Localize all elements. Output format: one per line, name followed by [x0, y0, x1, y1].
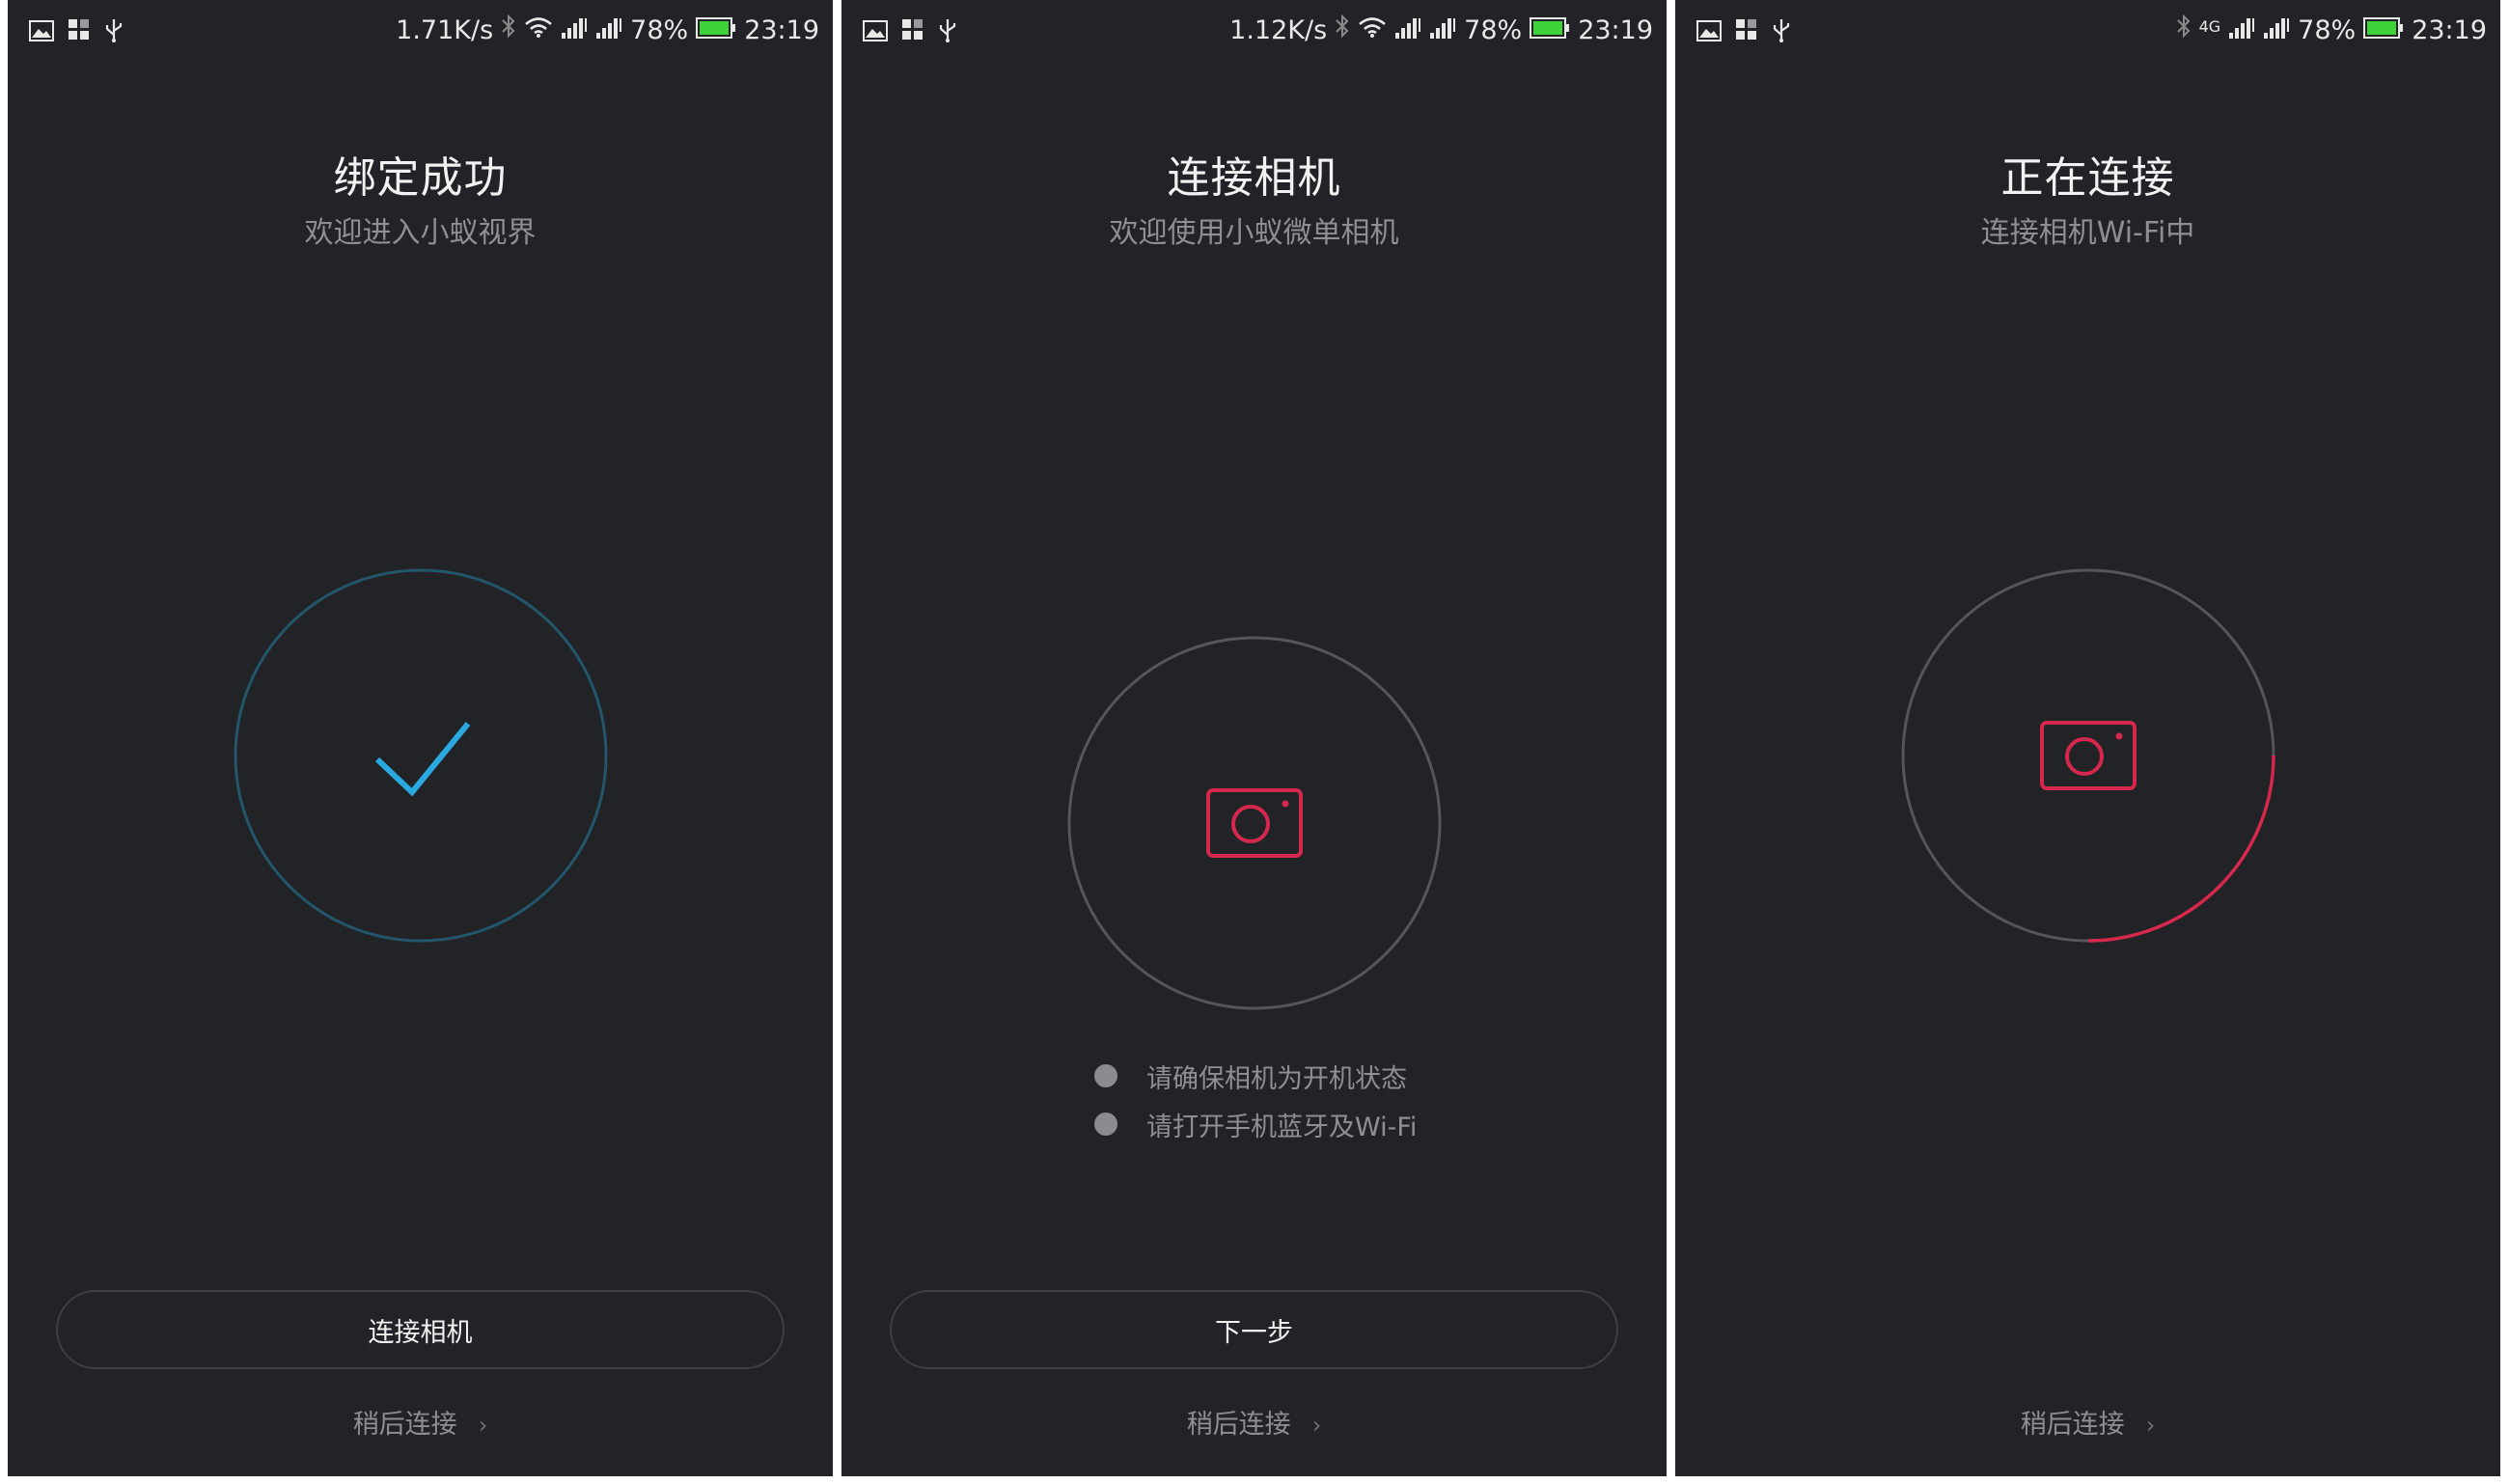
connect-later-label: 稍后连接	[2020, 1410, 2125, 1440]
chevron-right-icon: ›	[2145, 1412, 2156, 1439]
page-subtitle: 欢迎进入小蚁视界	[304, 216, 537, 250]
screen-connecting: 4G 78% 23:19 正在连接 连接相机Wi-Fi中 稍后连接 ›	[1675, 0, 2500, 1476]
usb-icon	[938, 17, 957, 49]
camera-icon	[2040, 721, 2137, 790]
checkmark-icon	[374, 722, 471, 797]
camera-icon	[1206, 788, 1303, 858]
battery-percent: 78%	[630, 14, 689, 45]
bullet-dot-icon	[1094, 1064, 1117, 1087]
page-subtitle: 欢迎使用小蚁微单相机	[1109, 216, 1399, 250]
connect-later-link[interactable]: 稍后连接 ›	[841, 1403, 1667, 1441]
clock: 23:19	[1578, 14, 1653, 45]
network-type: 4G	[2198, 17, 2221, 36]
status-bar: 1.71K/s 78% 23:19	[8, 0, 833, 58]
signal-icon	[595, 14, 622, 47]
net-speed: 1.71K/s	[396, 14, 494, 45]
connect-later-link[interactable]: 稍后连接 ›	[1675, 1403, 2500, 1441]
bluetooth-icon	[501, 14, 516, 47]
screen-bind-success: 1.71K/s 78% 23:19 绑定成功 欢迎进入小蚁视界 连接相机 稍后连…	[8, 0, 833, 1476]
usb-icon	[1772, 17, 1791, 49]
clock: 23:19	[744, 14, 819, 45]
bluetooth-icon	[1335, 14, 1350, 47]
page-title: 绑定成功	[333, 153, 508, 203]
success-ring	[234, 568, 608, 943]
grid-icon	[901, 18, 924, 48]
signal-icon	[1429, 14, 1456, 47]
camera-ring	[1067, 636, 1442, 1010]
connect-later-label: 稍后连接	[352, 1410, 457, 1440]
battery-icon	[696, 14, 736, 47]
connect-later-link[interactable]: 稍后连接 ›	[8, 1403, 833, 1441]
clock: 23:19	[2412, 14, 2487, 45]
chevron-right-icon: ›	[478, 1412, 488, 1439]
signal-icon	[561, 14, 588, 47]
next-step-button[interactable]: 下一步	[890, 1290, 1618, 1369]
net-speed: 1.12K/s	[1229, 14, 1328, 45]
battery-percent: 78%	[1464, 14, 1523, 45]
signal-icon	[2228, 14, 2255, 47]
bluetooth-icon	[2176, 14, 2192, 47]
instruction-item: 请确保相机为开机状态	[1094, 1052, 1417, 1100]
screen-connect-camera: 1.12K/s 78% 23:19 连接相机 欢迎使用小蚁微单相机 请确保相机为…	[841, 0, 1667, 1476]
image-icon	[863, 18, 888, 48]
instruction-list: 请确保相机为开机状态 请打开手机蓝牙及Wi-Fi	[1094, 1052, 1417, 1148]
connecting-progress-arc	[1901, 568, 2275, 943]
image-icon	[1696, 18, 1722, 48]
page-subtitle: 连接相机Wi-Fi中	[1980, 216, 2195, 250]
instruction-item: 请打开手机蓝牙及Wi-Fi	[1094, 1100, 1417, 1148]
instruction-text: 请打开手机蓝牙及Wi-Fi	[1146, 1112, 1418, 1142]
signal-icon	[1394, 14, 1421, 47]
grid-icon	[68, 18, 91, 48]
connect-camera-button[interactable]: 连接相机	[56, 1290, 785, 1369]
chevron-right-icon: ›	[1311, 1412, 1322, 1439]
page-title: 正在连接	[2000, 153, 2175, 203]
usb-icon	[104, 17, 124, 49]
battery-percent: 78%	[2298, 14, 2357, 45]
wifi-icon	[524, 14, 553, 47]
image-icon	[29, 18, 54, 48]
connecting-ring	[1901, 568, 2275, 943]
battery-icon	[2363, 14, 2404, 47]
wifi-icon	[1358, 14, 1387, 47]
connect-later-label: 稍后连接	[1186, 1410, 1291, 1440]
bullet-dot-icon	[1094, 1113, 1117, 1136]
page-title: 连接相机	[1167, 153, 1341, 203]
status-bar: 4G 78% 23:19	[1675, 0, 2500, 58]
instruction-text: 请确保相机为开机状态	[1146, 1063, 1407, 1094]
grid-icon	[1735, 18, 1758, 48]
status-bar: 1.12K/s 78% 23:19	[841, 0, 1667, 58]
signal-icon	[2263, 14, 2290, 47]
battery-icon	[1530, 14, 1570, 47]
